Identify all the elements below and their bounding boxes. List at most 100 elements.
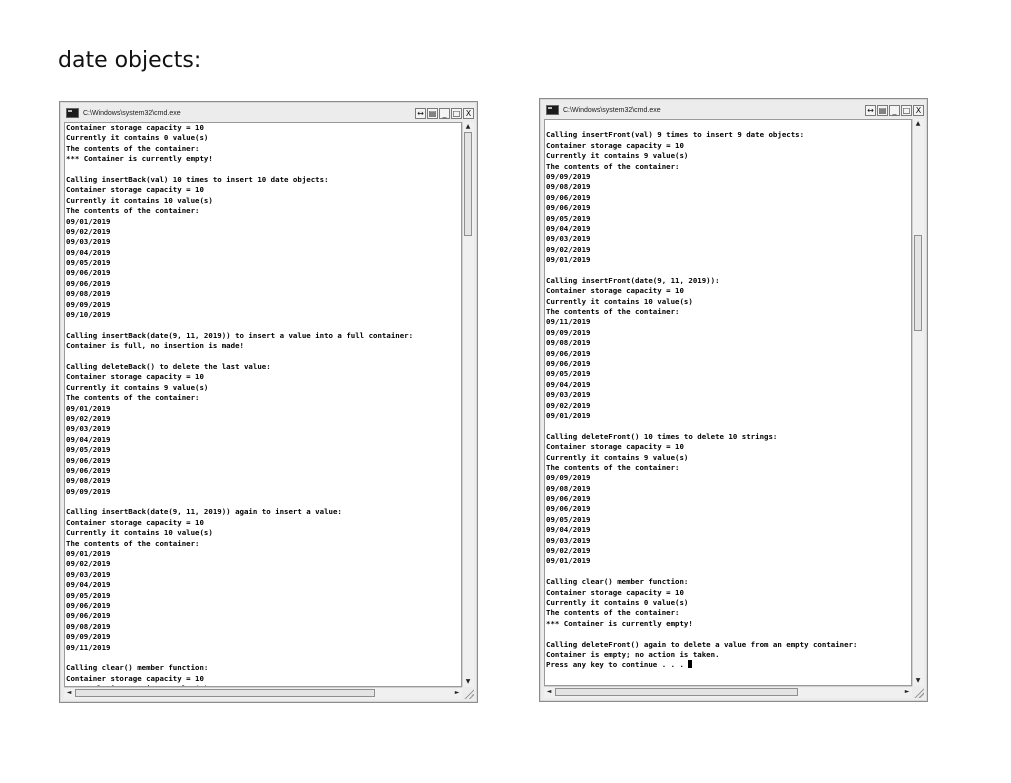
minimize-button[interactable]: _ xyxy=(889,104,900,116)
console-line: Container is empty; no action is taken. xyxy=(546,649,720,659)
console-line: 09/09/2019 xyxy=(66,299,111,309)
horizontal-scroll-thumb[interactable] xyxy=(555,688,798,696)
cmd-app-icon[interactable] xyxy=(66,108,79,118)
scroll-right-icon[interactable]: ► xyxy=(452,688,462,698)
console-line: 09/01/2019 xyxy=(546,255,591,265)
move-icon[interactable]: ↔ xyxy=(865,104,876,116)
close-button[interactable]: X xyxy=(463,107,474,119)
window-title: C:\Windows\system32\cmd.exe xyxy=(83,109,181,117)
menu-icon[interactable]: ▤ xyxy=(877,104,888,116)
window-titlebar[interactable]: C:\Windows\system32\cmd.exe ↔ ▤ _ □ X xyxy=(542,101,925,119)
console-line: 09/09/2019 xyxy=(546,327,591,337)
console-line: The contents of the container: xyxy=(66,143,200,153)
console-line: 09/06/2019 xyxy=(546,494,591,504)
console-line: The contents of the container: xyxy=(66,393,200,403)
horizontal-scrollbar[interactable]: ◄ ► xyxy=(544,686,912,698)
vertical-scroll-thumb[interactable] xyxy=(914,235,922,331)
menu-icon[interactable]: ▤ xyxy=(427,107,438,119)
scroll-down-icon[interactable]: ▼ xyxy=(913,676,923,686)
console-window-left[interactable]: C:\Windows\system32\cmd.exe ↔ ▤ _ □ X Co… xyxy=(59,101,478,703)
console-line: 09/06/2019 xyxy=(66,600,111,610)
console-line: 09/05/2019 xyxy=(66,445,111,455)
console-line: 09/04/2019 xyxy=(546,223,591,233)
window-titlebar[interactable]: C:\Windows\system32\cmd.exe ↔ ▤ _ □ X xyxy=(62,104,475,122)
resize-grip[interactable] xyxy=(913,687,924,698)
console-line: 09/08/2019 xyxy=(546,483,591,493)
console-line: Calling deleteFront() again to delete a … xyxy=(546,639,858,649)
console-line: 09/08/2019 xyxy=(546,338,591,348)
console-line: 09/04/2019 xyxy=(66,580,111,590)
console-line: 09/01/2019 xyxy=(546,410,591,420)
resize-grip[interactable] xyxy=(463,688,474,699)
vertical-scrollbar[interactable]: ▲ ▼ xyxy=(462,122,474,687)
console-line: 09/02/2019 xyxy=(546,244,591,254)
scroll-left-icon[interactable]: ◄ xyxy=(544,687,554,697)
console-line: Calling insertFront(val) 9 times to inse… xyxy=(546,130,805,140)
vertical-scrollbar[interactable]: ▲ ▼ xyxy=(912,119,924,686)
console-line: Calling deleteBack() to delete the last … xyxy=(66,361,271,371)
scroll-up-icon[interactable]: ▲ xyxy=(913,119,923,129)
console-line: 09/06/2019 xyxy=(546,358,591,368)
horizontal-scroll-thumb[interactable] xyxy=(75,689,375,697)
console-line: 09/06/2019 xyxy=(66,611,111,621)
console-line: *** Container is currently empty! xyxy=(546,618,693,628)
console-line: 09/03/2019 xyxy=(66,424,111,434)
slide-title: date objects: xyxy=(58,48,202,73)
console-line: Calling clear() member function: xyxy=(546,577,689,587)
console-line: Currently it contains 0 value(s) xyxy=(66,133,209,143)
console-line: Currently it contains 9 value(s) xyxy=(546,452,689,462)
console-line: 09/03/2019 xyxy=(546,390,591,400)
console-line: 09/06/2019 xyxy=(546,192,591,202)
console-line: 09/08/2019 xyxy=(66,289,111,299)
scroll-right-icon[interactable]: ► xyxy=(902,687,912,697)
horizontal-scrollbar[interactable]: ◄ ► xyxy=(64,687,462,699)
console-line: Currently it contains 9 value(s) xyxy=(66,382,209,392)
console-line: Container is full, no insertion is made! xyxy=(66,341,244,351)
console-line: 09/05/2019 xyxy=(546,514,591,524)
console-line: 09/03/2019 xyxy=(546,535,591,545)
console-line: 09/03/2019 xyxy=(66,569,111,579)
console-line: 09/02/2019 xyxy=(546,400,591,410)
window-controls: ↔ ▤ _ □ X xyxy=(415,107,474,119)
console-line: The contents of the container: xyxy=(546,608,680,618)
console-line: 09/01/2019 xyxy=(66,216,111,226)
console-line: Container storage capacity = 10 xyxy=(546,442,684,452)
console-line: The contents of the container: xyxy=(546,462,680,472)
text-cursor xyxy=(688,660,693,669)
console-output[interactable]: Calling insertFront(val) 9 times to inse… xyxy=(544,119,912,686)
cmd-app-icon[interactable] xyxy=(546,105,559,115)
console-line: 09/01/2019 xyxy=(546,556,591,566)
maximize-button[interactable]: □ xyxy=(451,107,462,119)
scroll-left-icon[interactable]: ◄ xyxy=(64,688,74,698)
scroll-down-icon[interactable]: ▼ xyxy=(463,677,473,687)
console-line: 09/06/2019 xyxy=(66,455,111,465)
move-icon[interactable]: ↔ xyxy=(415,107,426,119)
window-controls: ↔ ▤ _ □ X xyxy=(865,104,924,116)
scroll-up-icon[interactable]: ▲ xyxy=(463,122,473,132)
console-line: 09/06/2019 xyxy=(546,203,591,213)
maximize-button[interactable]: □ xyxy=(901,104,912,116)
console-window-right[interactable]: C:\Windows\system32\cmd.exe ↔ ▤ _ □ X Ca… xyxy=(539,98,928,702)
console-line: Container storage capacity = 10 xyxy=(546,587,684,597)
vertical-scroll-thumb[interactable] xyxy=(464,132,472,236)
console-line: Container storage capacity = 10 xyxy=(66,517,204,527)
console-line: 09/09/2019 xyxy=(546,473,591,483)
console-line: Container storage capacity = 10 xyxy=(546,286,684,296)
minimize-button[interactable]: _ xyxy=(439,107,450,119)
console-line: *** Container is currently empty! xyxy=(66,154,213,164)
console-line: 09/08/2019 xyxy=(546,182,591,192)
console-text: Calling insertFront(val) 9 times to inse… xyxy=(545,120,911,671)
console-line: 09/06/2019 xyxy=(66,278,111,288)
console-line: 09/06/2019 xyxy=(66,268,111,278)
close-button[interactable]: X xyxy=(913,104,924,116)
console-line: 09/11/2019 xyxy=(546,317,591,327)
console-line: Calling insertBack(val) 10 times to inse… xyxy=(66,174,329,184)
console-output[interactable]: Container storage capacity = 10 Currently… xyxy=(64,122,462,687)
console-line: 09/03/2019 xyxy=(546,234,591,244)
